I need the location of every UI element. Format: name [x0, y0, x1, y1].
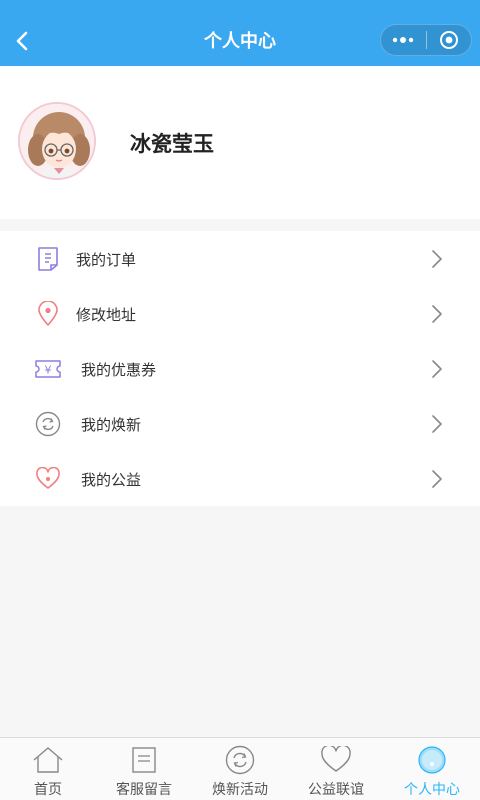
- tab-renew-activity[interactable]: 焕新活动: [192, 738, 288, 800]
- renew-icon: [224, 745, 256, 775]
- menu-item-address[interactable]: 修改地址: [0, 286, 480, 341]
- tab-label: 公益联谊: [308, 782, 364, 798]
- home-icon: [32, 745, 64, 775]
- menu-item-label: 修改地址: [76, 306, 137, 324]
- tab-customer-service[interactable]: 客服留言: [96, 738, 192, 800]
- order-icon: [34, 245, 62, 273]
- menu-item-charity[interactable]: 我的公益: [0, 451, 480, 506]
- more-dots-icon: [393, 37, 414, 43]
- profile-header: 冰瓷莹玉: [0, 66, 480, 219]
- coupon-icon: ¥: [34, 355, 62, 383]
- tab-charity[interactable]: 公益联谊: [288, 738, 384, 800]
- menu-item-label: 我的公益: [81, 471, 142, 489]
- menu-item-renew[interactable]: 我的焕新: [0, 396, 480, 451]
- mini-program-capsule: [380, 24, 472, 56]
- chevron-right-icon: [432, 360, 442, 378]
- message-icon: [128, 745, 160, 775]
- menu-list: 我的订单 修改地址 ¥ 我的优惠券 我的焕新 我的公益: [0, 231, 480, 506]
- chevron-right-icon: [432, 250, 442, 268]
- avatar[interactable]: [18, 102, 96, 180]
- tab-label: 焕新活动: [212, 782, 268, 798]
- menu-item-label: 我的优惠券: [81, 361, 157, 379]
- chevron-right-icon: [432, 470, 442, 488]
- tab-label: 个人中心: [404, 782, 460, 798]
- location-icon: [34, 300, 62, 328]
- tab-bar: 首页 客服留言 焕新活动 公益联谊 个人中心: [0, 737, 480, 800]
- menu-item-label: 我的焕新: [81, 416, 142, 434]
- tab-profile[interactable]: 个人中心: [384, 738, 480, 800]
- username: 冰瓷莹玉: [130, 132, 214, 156]
- chevron-right-icon: [432, 415, 442, 433]
- menu-item-label: 我的订单: [76, 251, 137, 269]
- tab-label: 首页: [34, 782, 62, 798]
- chevron-right-icon: [432, 305, 442, 323]
- close-mini-program-button[interactable]: [427, 25, 472, 55]
- avatar-illustration: [20, 104, 94, 178]
- target-icon: [439, 31, 458, 49]
- charity-heart-icon: [34, 465, 62, 493]
- menu-item-orders[interactable]: 我的订单: [0, 231, 480, 286]
- more-button[interactable]: [381, 25, 426, 55]
- menu-item-coupons[interactable]: ¥ 我的优惠券: [0, 341, 480, 396]
- tab-home[interactable]: 首页: [0, 738, 96, 800]
- renew-icon: [34, 410, 62, 438]
- svg-text:¥: ¥: [45, 364, 52, 377]
- user-icon: [416, 745, 448, 775]
- heart-icon: [320, 745, 352, 775]
- navigation-bar: 个人中心: [0, 0, 480, 66]
- tab-label: 客服留言: [116, 782, 172, 798]
